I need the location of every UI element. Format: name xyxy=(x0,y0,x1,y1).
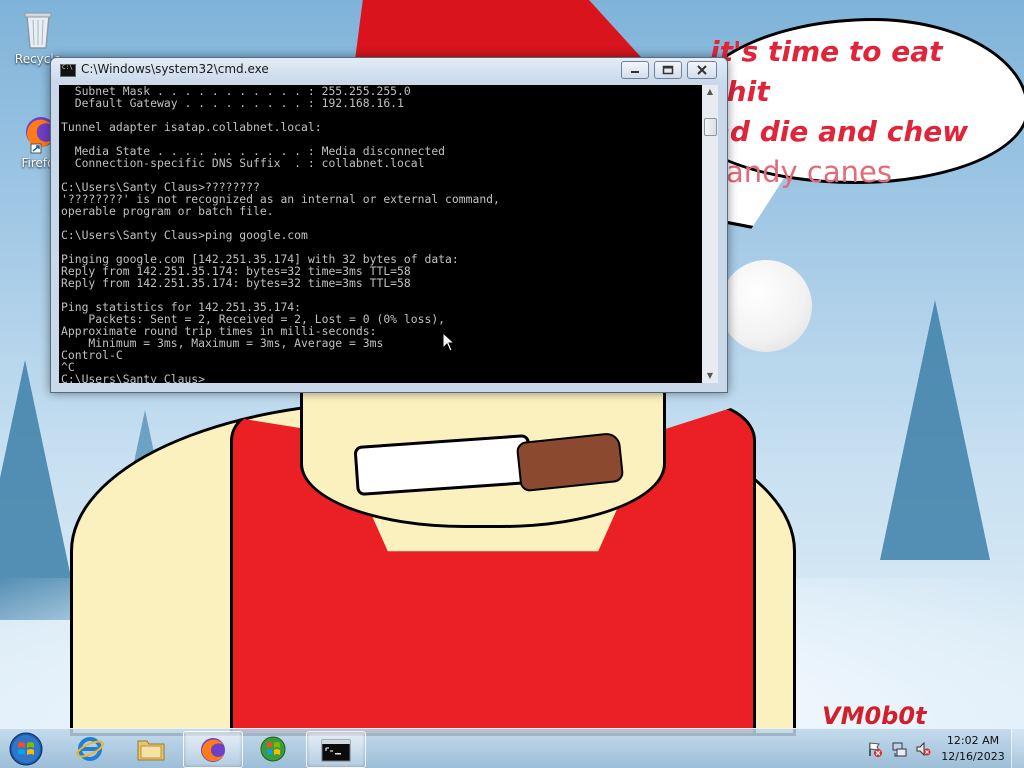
taskbar: 12:02 AM 12/16/2023 xyxy=(0,728,1024,768)
cmd-titlebar[interactable]: C:\Windows\system32\cmd.exe xyxy=(51,58,727,82)
taskbar-item-file-explorer[interactable] xyxy=(122,731,180,766)
scroll-up-icon[interactable]: ▲ xyxy=(702,85,718,99)
wallpaper-hat-pompom xyxy=(720,260,812,352)
taskbar-item-media-player[interactable] xyxy=(244,731,302,766)
clock-time: 12:02 AM xyxy=(946,734,1000,747)
taskbar-item-command-prompt[interactable] xyxy=(306,731,366,768)
minimize-button[interactable] xyxy=(621,61,649,79)
speech-line: nd die and chew xyxy=(710,115,969,148)
wallpaper-tree xyxy=(880,300,990,560)
minimize-icon xyxy=(631,71,639,73)
firefox-icon xyxy=(201,738,225,762)
desktop: it's time to eat shit nd die and chew ca… xyxy=(0,0,1024,768)
speech-line: candy canes xyxy=(710,155,892,189)
cmd-icon xyxy=(321,739,351,762)
console-text: Subnet Mask . . . . . . . . . . . : 255.… xyxy=(61,85,500,383)
wallpaper-speech-text: it's time to eat shit nd die and chew ca… xyxy=(710,32,1010,192)
recycle-bin-icon xyxy=(24,12,52,49)
folder-icon xyxy=(137,740,165,761)
action-center-flag-icon[interactable] xyxy=(867,741,883,757)
maximize-icon xyxy=(662,65,674,75)
network-icon[interactable] xyxy=(891,741,907,757)
window-title: C:\Windows\system32\cmd.exe xyxy=(81,62,269,76)
console-output-area[interactable]: Subnet Mask . . . . . . . . . . . : 255.… xyxy=(59,85,702,383)
mouse-cursor-icon xyxy=(442,332,456,352)
close-button[interactable] xyxy=(687,61,717,79)
start-button[interactable] xyxy=(5,730,47,768)
vertical-scrollbar[interactable]: ▲ ▼ xyxy=(702,85,718,383)
scrollbar-thumb[interactable] xyxy=(704,118,717,136)
scroll-down-icon[interactable]: ▼ xyxy=(702,369,718,383)
clock-date: 12/16/2023 xyxy=(941,750,1005,763)
cmd-icon xyxy=(60,64,76,77)
start-orb-icon xyxy=(9,732,43,766)
cmd-window[interactable]: C:\Windows\system32\cmd.exe Subnet Mask … xyxy=(50,57,728,393)
close-icon xyxy=(697,65,707,75)
windows-media-icon xyxy=(260,736,286,762)
taskbar-item-internet-explorer[interactable] xyxy=(61,731,119,766)
maximize-button[interactable] xyxy=(654,61,682,79)
volume-muted-icon[interactable] xyxy=(915,741,931,757)
show-desktop-button[interactable] xyxy=(1011,729,1024,768)
system-tray: 12:02 AM 12/16/2023 xyxy=(862,729,1024,768)
taskbar-item-firefox[interactable] xyxy=(183,731,243,768)
speech-line: it's time to eat shit xyxy=(710,35,943,108)
clock[interactable]: 12:02 AM 12/16/2023 xyxy=(937,733,1009,765)
internet-explorer-icon xyxy=(76,737,104,761)
wallpaper-signature: VM0b0t xyxy=(822,702,927,730)
